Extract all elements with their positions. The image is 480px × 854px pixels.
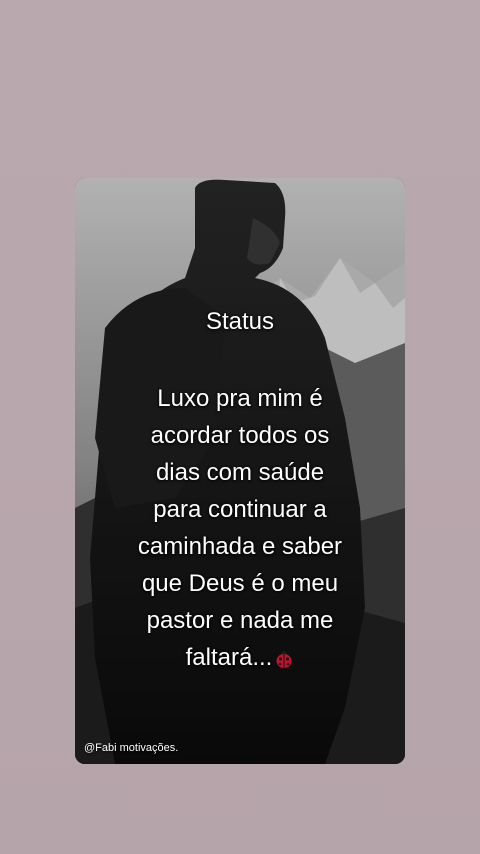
text-overlay: Status Luxo pra mim é acordar todos os d… xyxy=(75,178,405,764)
quote-line: que Deus é o meu xyxy=(141,570,339,597)
quote-line: pastor e nada me xyxy=(146,607,334,634)
post-title: Status xyxy=(205,308,275,335)
quote-line: caminhada e saber xyxy=(137,533,343,560)
quote-line: Luxo pra mim é xyxy=(157,385,323,412)
ladybug-icon xyxy=(276,650,292,668)
quote-line: dias com saúde xyxy=(155,459,325,486)
quote-line: acordar todos os xyxy=(150,422,330,449)
quote-line: para continuar a xyxy=(153,496,327,523)
status-card[interactable]: Status Luxo pra mim é acordar todos os d… xyxy=(75,178,405,764)
quote-text: Luxo pra mim é acordar todos os dias com… xyxy=(105,380,375,676)
watermark: @Fabi motivações. xyxy=(84,742,179,754)
quote-line-last: faltará... xyxy=(105,639,375,676)
quote-line-text: faltará... xyxy=(185,644,273,671)
